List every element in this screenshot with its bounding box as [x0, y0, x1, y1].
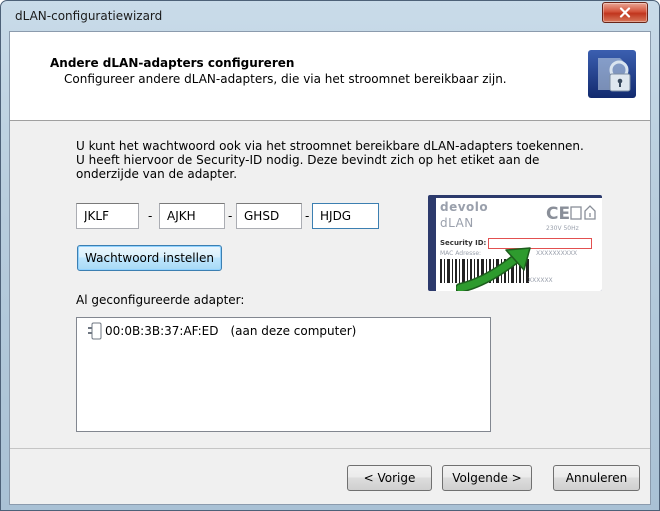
cancel-button[interactable]: Annuleren	[553, 465, 640, 491]
label-voltage: 230V 50Hz	[546, 225, 579, 232]
page-title: Andere dLAN-adapters configureren	[50, 56, 295, 70]
lock-key-icon	[588, 50, 636, 98]
device-label-sticker: devolo dLAN CE 230V 50Hz Security ID: MA…	[436, 198, 602, 291]
back-button[interactable]: < Vorige	[347, 465, 432, 491]
label-brand: devolo	[440, 200, 489, 214]
set-password-button[interactable]: Wachtwoord instellen	[77, 245, 222, 271]
security-id-separator: -	[305, 209, 310, 223]
wizard-header: Andere dLAN-adapters configureren Config…	[10, 32, 650, 121]
intro-line: U heeft hiervoor de Security-ID nodig. D…	[76, 153, 540, 167]
close-icon	[619, 7, 631, 18]
window-title: dLAN-configuratiewizard	[15, 9, 163, 23]
adapter-mac-address: 00:0B:3B:37:AF:ED	[105, 324, 219, 338]
next-button[interactable]: Volgende >	[442, 465, 532, 491]
wizard-content: Andere dLAN-adapters configureren Config…	[9, 31, 651, 505]
title-bar[interactable]: dLAN-configuratiewizard	[1, 1, 659, 31]
configured-adapters-list[interactable]: 00:0B:3B:37:AF:ED (aan deze computer)	[76, 317, 491, 432]
label-certification-icon	[570, 205, 596, 220]
adapter-plug-icon	[88, 322, 102, 340]
list-item[interactable]: 00:0B:3B:37:AF:ED (aan deze computer)	[87, 322, 356, 340]
security-id-field-3[interactable]	[236, 203, 302, 229]
wizard-window: dLAN-configuratiewizard Andere dLAN-adap…	[0, 0, 660, 511]
device-label-image: devolo dLAN CE 230V 50Hz Security ID: MA…	[428, 195, 602, 291]
label-product: dLAN	[440, 216, 474, 230]
security-id-separator: -	[148, 209, 153, 223]
adapter-note: (aan deze computer)	[230, 324, 357, 338]
intro-line: onderzijde van de adapter.	[76, 167, 238, 181]
wizard-footer-divider	[10, 448, 650, 449]
label-ce-mark: CE	[546, 204, 571, 224]
arrow-pointer-icon	[456, 247, 531, 291]
close-button[interactable]	[602, 2, 648, 23]
intro-line: U kunt het wachtwoord ook via het stroom…	[76, 139, 584, 153]
security-id-separator: -	[228, 209, 233, 223]
security-id-field-2[interactable]	[159, 203, 225, 229]
page-subtitle: Configureer andere dLAN-adapters, die vi…	[64, 72, 507, 86]
configured-adapters-label: Al geconfigureerde adapter:	[76, 293, 245, 307]
security-id-field-1[interactable]	[76, 203, 139, 229]
security-id-field-4[interactable]	[312, 203, 379, 229]
intro-text: U kunt het wachtwoord ook via het stroom…	[76, 139, 616, 181]
